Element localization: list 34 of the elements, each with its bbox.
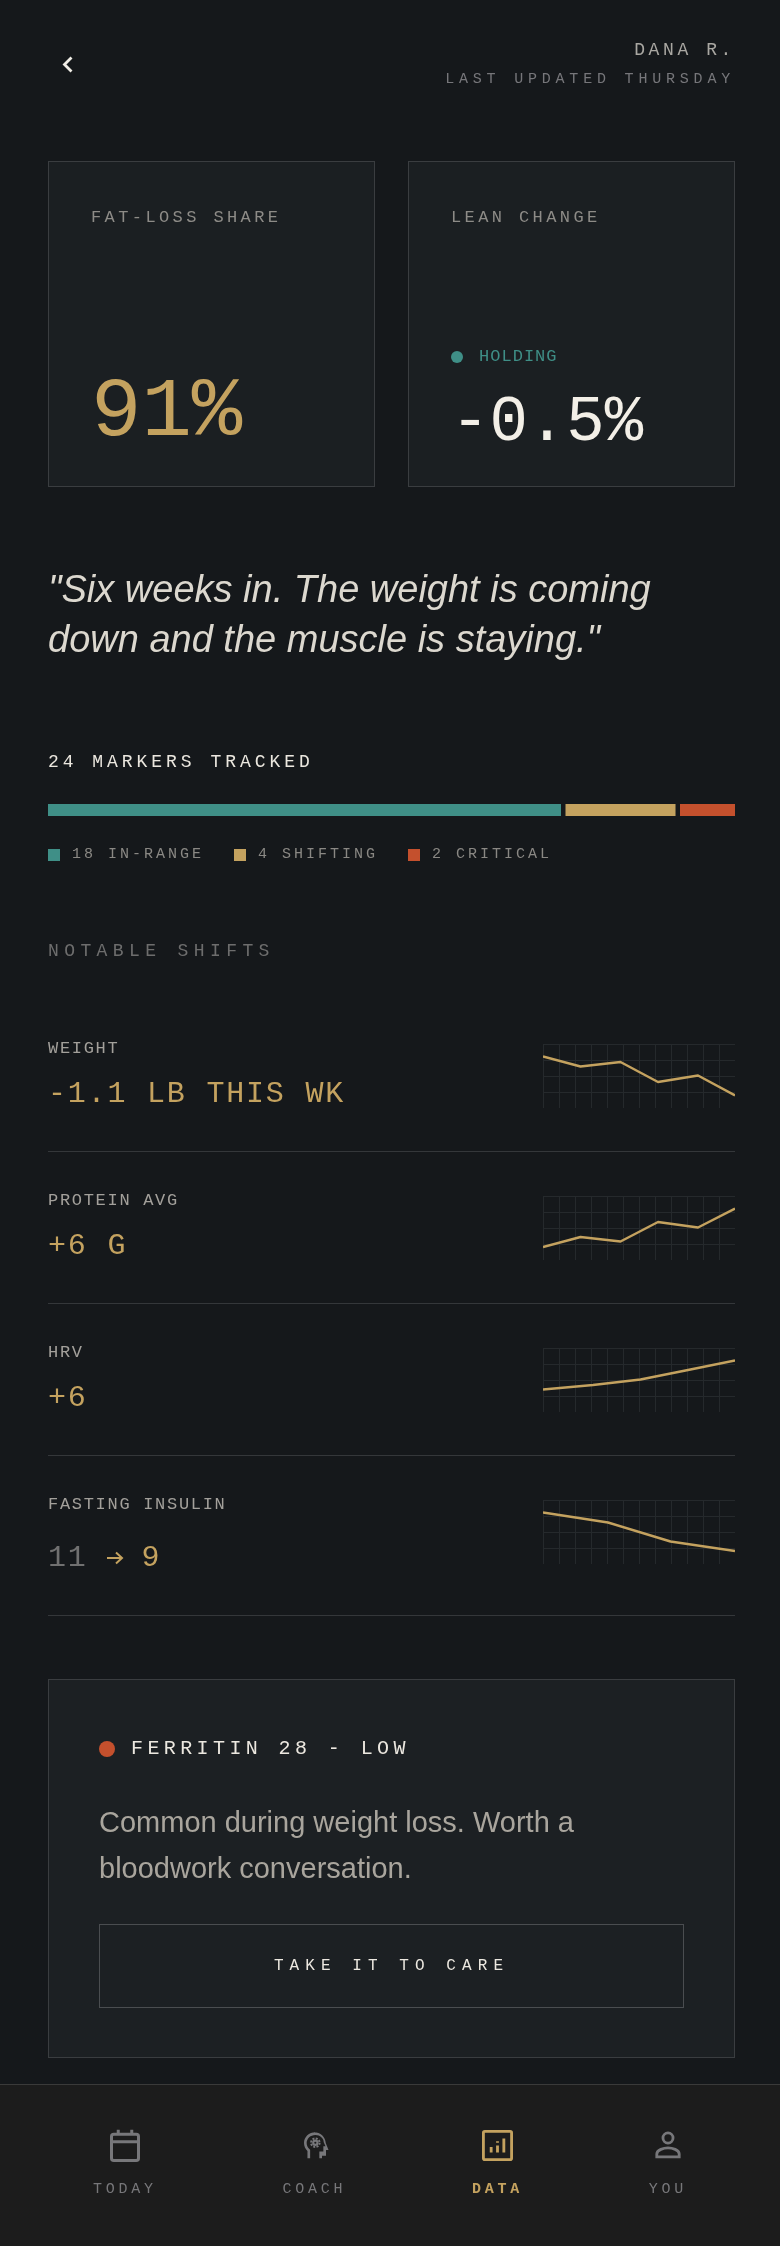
legend-label: 2 CRITICAL [432, 845, 553, 865]
stat-label: LEAN CHANGE [451, 208, 602, 228]
shift-label: WEIGHT [48, 1038, 121, 1060]
user-name: DANA R. [634, 39, 735, 61]
alert-title: FERRITIN 28 - LOW [131, 1736, 410, 1762]
legend-label: 4 SHIFTING [258, 845, 379, 865]
nav-tab[interactable]: YOU [648, 2128, 688, 2200]
shift-label: HRV [48, 1342, 85, 1364]
shift-value: +6 G [48, 1228, 129, 1264]
stat-value: -0.5% [451, 391, 645, 455]
markers-title: 24 MARKERS TRACKED [48, 751, 315, 774]
arrow-right-icon [105, 1551, 124, 1565]
stat-value: 91% [91, 371, 244, 455]
nav-tab[interactable]: TODAY [92, 2128, 157, 2200]
bar-chart-icon [482, 2129, 513, 2161]
calendar-icon [109, 2128, 140, 2162]
last-updated-text: LAST UPDATED THURSDAY [445, 70, 735, 90]
status-label: HOLDING [479, 347, 558, 367]
legend-label: 18 IN-RANGE [72, 845, 205, 865]
nav-tab[interactable]: COACH [282, 2128, 347, 2200]
care-button[interactable]: TAKE IT TO CARE [99, 1924, 684, 2008]
person-icon [653, 2131, 682, 2159]
chevron-left-icon [62, 56, 73, 73]
quote-text: "Six weeks in. The weight is coming down and the muscle is staying." [48, 567, 652, 662]
shift-label: FASTING INSULIN [48, 1494, 227, 1516]
shift-value: +6 [48, 1380, 88, 1416]
alert-body: Common during weight loss. Worth a bloodwork conversation. [99, 1805, 575, 1886]
shift-value: -1.1 LB THIS WK [48, 1076, 346, 1112]
stat-label: FAT-LOSS SHARE [91, 208, 283, 228]
shift-label: PROTEIN AVG [48, 1190, 179, 1212]
previous-value: 11 [48, 1540, 88, 1576]
section-title: NOTABLE SHIFTS [48, 940, 276, 963]
current-value: 9 [141, 1540, 162, 1576]
nav-tab[interactable]: DATA [472, 2128, 524, 2200]
